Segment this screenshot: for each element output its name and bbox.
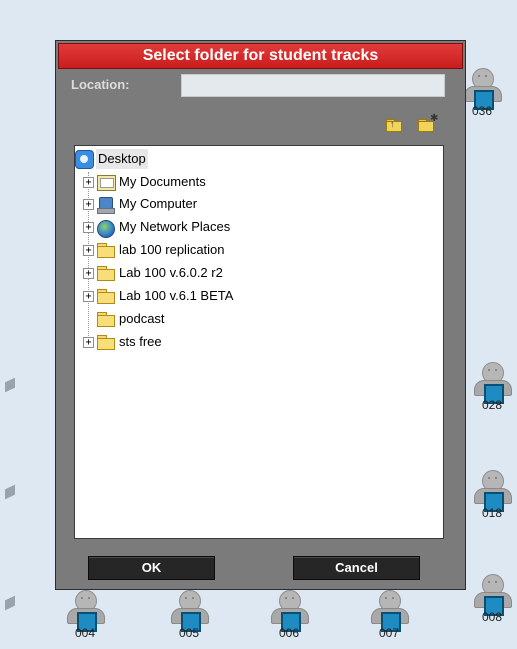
- station-wing: [5, 595, 15, 611]
- station-number: 036: [471, 104, 493, 118]
- computer-icon: [97, 197, 115, 214]
- station-wing: [5, 484, 15, 500]
- folder-tree[interactable]: Desktop + My Documents + My Computer + M…: [74, 145, 444, 539]
- new-folder-icon: ✱: [418, 113, 438, 132]
- location-label: Location:: [71, 77, 130, 92]
- student-station-007[interactable]: 007: [367, 590, 411, 642]
- expand-icon[interactable]: +: [83, 291, 94, 302]
- tree-node-label: Desktop: [96, 149, 148, 169]
- station-number: 005: [178, 626, 200, 640]
- ok-button[interactable]: OK: [88, 556, 215, 580]
- student-station-006[interactable]: 006: [267, 590, 311, 642]
- station-wing: [5, 377, 15, 393]
- tree-node-label: podcast: [119, 311, 165, 326]
- student-station-036[interactable]: 036: [460, 68, 504, 120]
- select-folder-dialog: Select folder for student tracks Locatio…: [55, 40, 466, 590]
- student-station-018[interactable]: 018: [470, 470, 514, 522]
- station-number: 004: [74, 626, 96, 640]
- folder-icon: [97, 266, 115, 281]
- dialog-title: Select folder for student tracks: [58, 43, 463, 69]
- station-number: 006: [278, 626, 300, 640]
- student-station-028[interactable]: 028: [470, 362, 514, 414]
- expand-icon[interactable]: +: [83, 177, 94, 188]
- tree-node-label: My Documents: [119, 174, 206, 189]
- folder-icon: [97, 243, 115, 258]
- station-number: 028: [481, 398, 503, 412]
- tree-node-label: Lab 100 v.6.1 BETA: [119, 288, 234, 303]
- expand-icon[interactable]: +: [83, 245, 94, 256]
- folder-icon: [97, 335, 115, 350]
- student-station-004[interactable]: 004: [63, 590, 107, 642]
- cancel-button[interactable]: Cancel: [293, 556, 420, 580]
- expand-icon[interactable]: +: [83, 222, 94, 233]
- tree-node-label: My Network Places: [119, 219, 231, 234]
- station-number: 007: [378, 626, 400, 640]
- station-number: 008: [481, 610, 503, 624]
- network-icon: [97, 220, 115, 238]
- tree-node-label: sts free: [119, 334, 162, 349]
- tree-node-label: My Computer: [119, 196, 198, 211]
- student-station-005[interactable]: 005: [167, 590, 211, 642]
- documents-icon: [97, 175, 116, 191]
- new-folder-button[interactable]: ✱: [418, 113, 438, 136]
- expand-icon[interactable]: +: [83, 268, 94, 279]
- tree-node-label: Lab 100 v.6.0.2 r2: [119, 265, 223, 280]
- tree-node-label: lab 100 replication: [119, 242, 225, 257]
- expand-icon[interactable]: +: [83, 199, 94, 210]
- folder-up-button[interactable]: ↑: [386, 118, 406, 136]
- folder-icon: [97, 289, 115, 304]
- expand-icon[interactable]: +: [83, 337, 94, 348]
- folder-icon: [97, 312, 115, 327]
- student-station-008[interactable]: 008: [470, 574, 514, 626]
- tree-line: [88, 172, 89, 340]
- station-number: 018: [481, 506, 503, 520]
- desktop-icon: [75, 150, 94, 169]
- location-field[interactable]: [181, 74, 445, 97]
- folder-up-icon: ↑: [386, 119, 402, 132]
